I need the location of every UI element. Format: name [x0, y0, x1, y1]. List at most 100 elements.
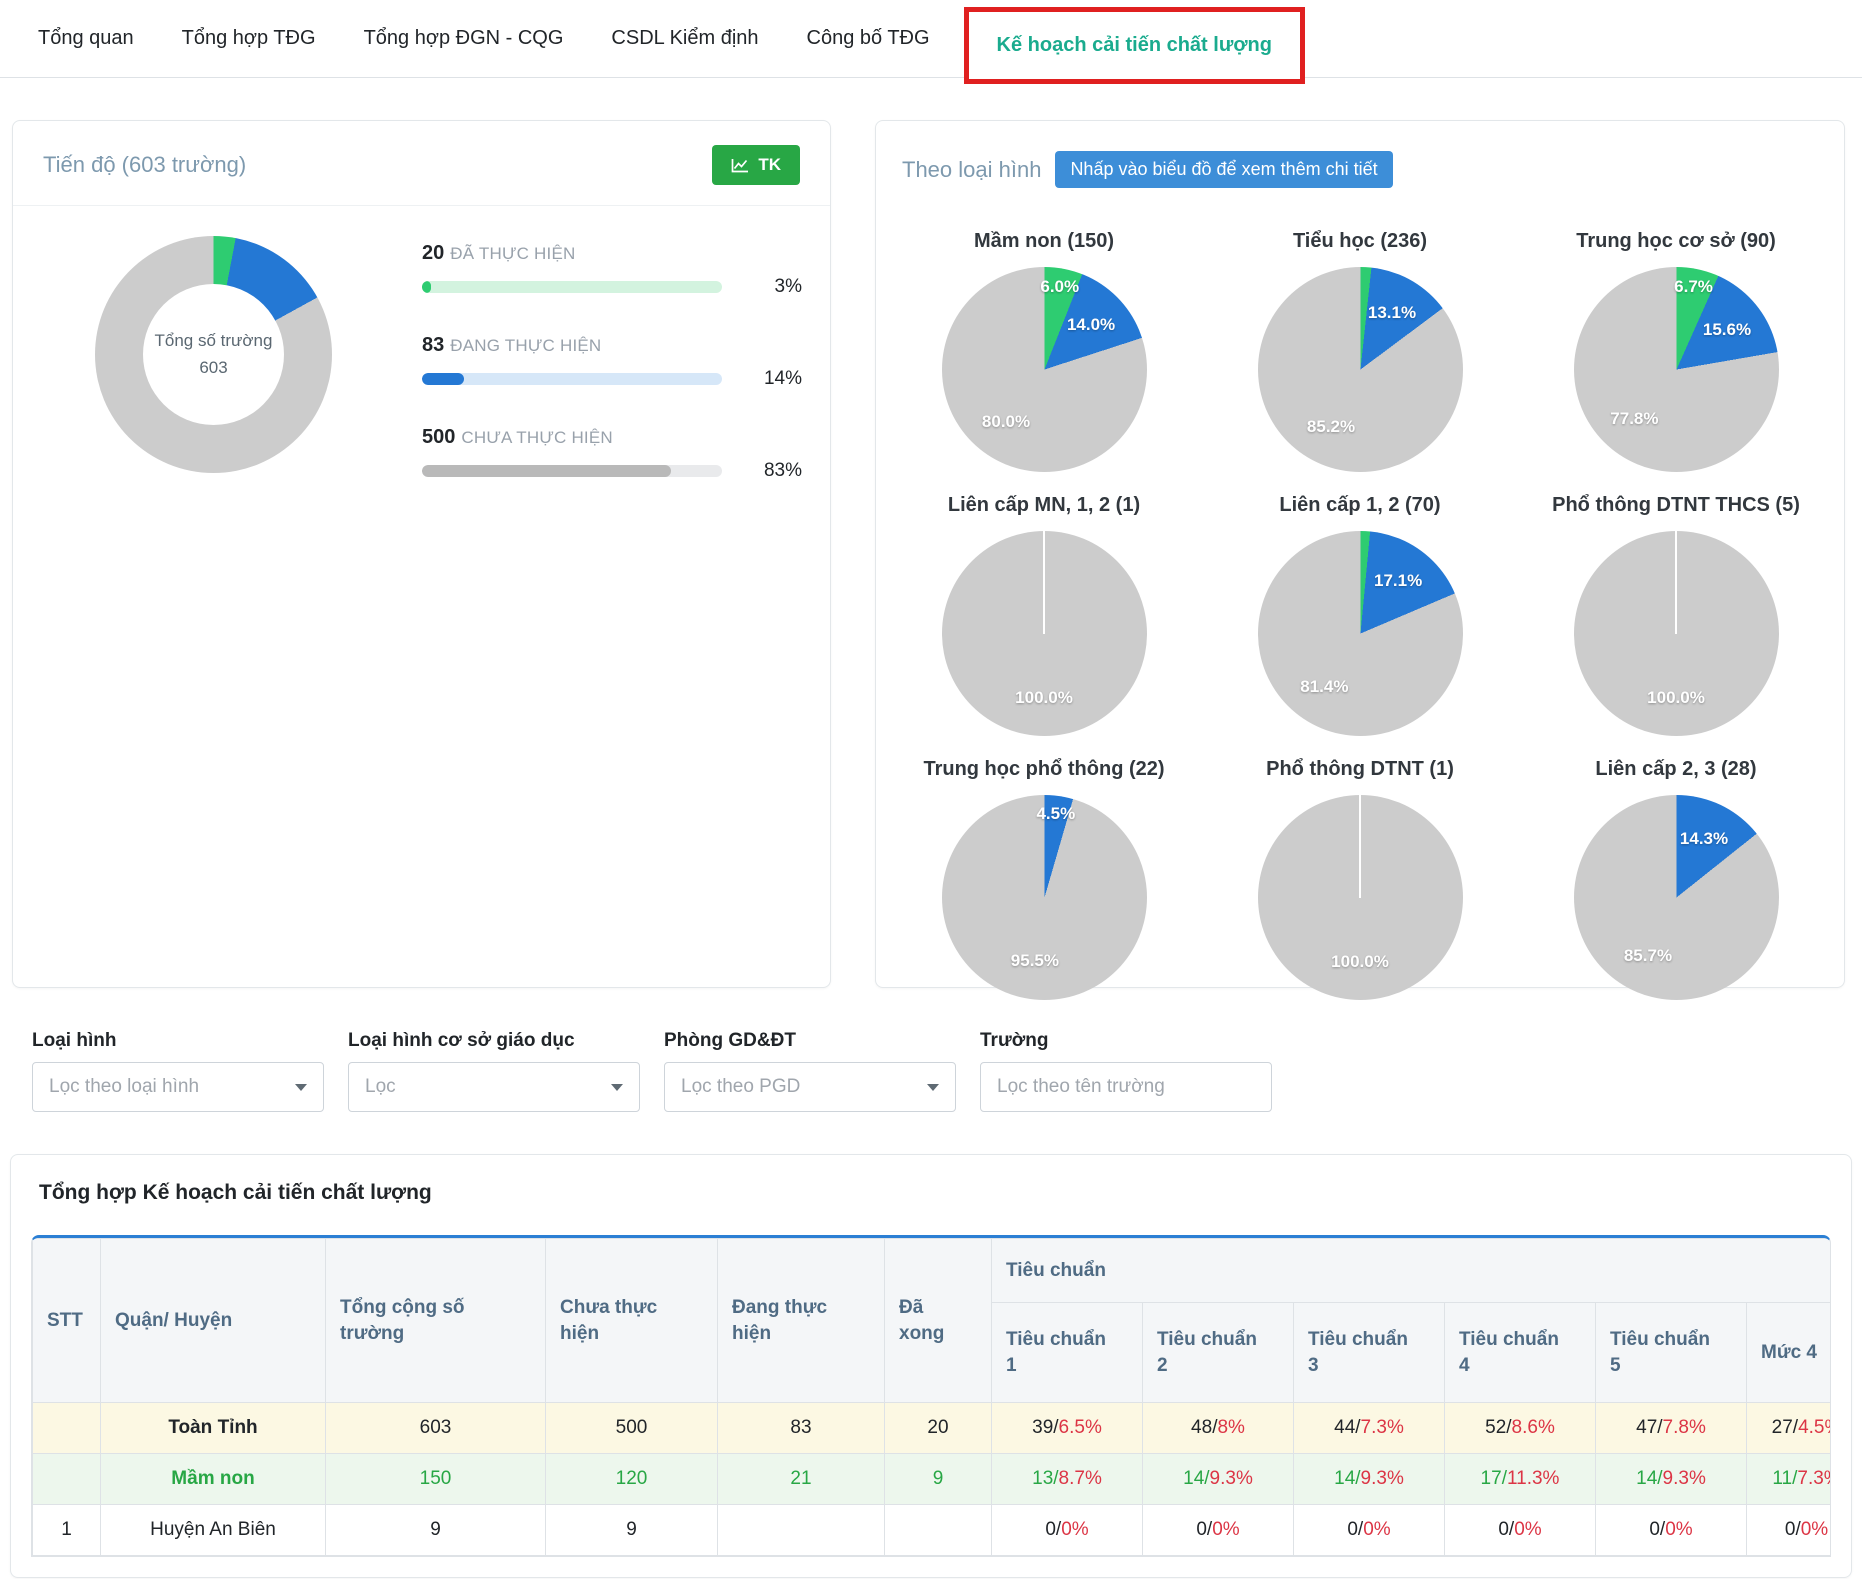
pie-cell-lien-cap-mn-1-2-1: Liên cấp MN, 1, 2 (1)100.0%: [886, 494, 1202, 736]
progress-bar-row: 83%: [422, 460, 802, 482]
tk-button[interactable]: TK: [712, 145, 800, 185]
progress-item: 20ĐÃ THỰC HIỆN3%: [422, 242, 802, 298]
filter-select-phong-gd-dt[interactable]: Lọc theo PGD: [664, 1062, 956, 1112]
criteria-cell-3: 14/9.3%: [1294, 1454, 1445, 1505]
summary-table-wrap: STT Quận/ Huyện Tổng cộng số trường Chưa…: [31, 1235, 1831, 1557]
pie-chart-pho-thong-dtnt-1[interactable]: 100.0%: [1258, 795, 1463, 1000]
filter-input-truong[interactable]: [980, 1062, 1272, 1112]
progress-bar-fill: [422, 373, 464, 385]
progress-count: 83: [422, 334, 444, 356]
criteria-percent: 9.3%: [1663, 1468, 1706, 1489]
filter-select-loai-hinh-co-so-giao-duc[interactable]: Lọc: [348, 1062, 640, 1112]
done-cell: [885, 1505, 992, 1556]
pie-title: Liên cấp 1, 2 (70): [1279, 494, 1440, 517]
pie-slice-label: 14.0%: [1067, 315, 1115, 335]
progress-bar-track: [422, 465, 722, 477]
filter-label: Loại hình cơ sở giáo dục: [348, 1030, 640, 1052]
criteria-percent: 0%: [1801, 1519, 1828, 1540]
progress-label: ĐÃ THỰC HIỆN: [450, 244, 575, 263]
tab-tong-hop-tdg[interactable]: Tổng hợp TĐG: [158, 27, 340, 50]
pie-chart-pho-thong-dtnt-thcs-5[interactable]: 100.0%: [1574, 531, 1779, 736]
tab-tong-quan[interactable]: Tổng quan: [14, 27, 158, 50]
pie-chart-lien-cap-mn-1-2-1[interactable]: 100.0%: [942, 531, 1147, 736]
pie-slice-label: 85.2%: [1307, 417, 1355, 437]
criteria-cell-1: 13/8.7%: [992, 1454, 1143, 1505]
criteria-count: 48: [1191, 1417, 1212, 1438]
table-row-mam-non[interactable]: Mầm non15012021913/8.7%14/9.3%14/9.3%17/…: [33, 1454, 1832, 1505]
district-cell: Huyện An Biên: [101, 1505, 326, 1556]
total-cell: 150: [326, 1454, 546, 1505]
in-progress-cell: [718, 1505, 885, 1556]
active-tab-highlight: Kế hoạch cải tiến chất lượng: [964, 7, 1305, 84]
donut-center-label: Tổng số trường: [155, 328, 273, 354]
pie-slice-label: 95.5%: [1011, 951, 1059, 971]
total-cell: 9: [326, 1505, 546, 1556]
pie-chart-lien-cap-1-2-70[interactable]: 17.1%81.4%: [1258, 531, 1463, 736]
pie-chart-trung-hoc-co-so-90[interactable]: 6.7%15.6%77.8%: [1574, 267, 1779, 472]
th-criteria-2: Tiêu chuẩn 2: [1143, 1303, 1294, 1403]
criteria-percent: 11.3%: [1507, 1468, 1559, 1489]
pie-cell-lien-cap-1-2-70: Liên cấp 1, 2 (70) 17.1%81.4%: [1202, 494, 1518, 736]
pie-slice-label: 85.7%: [1624, 946, 1672, 966]
criteria-count: 14: [1636, 1468, 1657, 1489]
chevron-down-icon: [295, 1084, 307, 1091]
th-criteria-5: Tiêu chuẩn 5: [1596, 1303, 1747, 1403]
pie-slice-label: 13.1%: [1368, 303, 1416, 323]
filter-label: Phòng GD&ĐT: [664, 1030, 956, 1052]
criteria-percent: 7.3%: [1361, 1417, 1404, 1438]
pie-slice-label: 81.4%: [1300, 677, 1348, 697]
filter-placeholder: Lọc: [365, 1076, 396, 1098]
filter-group-loai-hinh: Loại hình Lọc theo loại hình: [32, 1030, 324, 1112]
pie-slice-border: [1043, 531, 1045, 634]
pie-chart-mam-non-150[interactable]: 6.0%14.0%80.0%: [942, 267, 1147, 472]
pie-cell-trung-hoc-pho-thong-22: Trung học phổ thông (22)4.5%95.5%: [886, 758, 1202, 1000]
progress-percent: 83%: [736, 460, 802, 482]
pie-slice-label: 4.5%: [1036, 804, 1075, 824]
progress-item-header: 83ĐANG THỰC HIỆN: [422, 334, 802, 357]
pie-slice-label: 15.6%: [1703, 320, 1751, 340]
pie-title: Mầm non (150): [974, 230, 1114, 253]
criteria-percent: 0%: [1363, 1519, 1390, 1540]
tab-cong-bo-tdg[interactable]: Công bố TĐG: [783, 27, 954, 50]
pie-slice-border: [1359, 795, 1361, 898]
criteria-count: 44: [1334, 1417, 1355, 1438]
criteria-cell-6: 27/4.5%: [1747, 1403, 1832, 1454]
progress-bar-fill: [422, 281, 431, 293]
criteria-count: 0: [1347, 1519, 1358, 1540]
criteria-count: 0: [1649, 1519, 1660, 1540]
th-criteria-3: Tiêu chuẩn 3: [1294, 1303, 1445, 1403]
filter-group-truong: Trường: [980, 1030, 1272, 1112]
th-criteria-4: Tiêu chuẩn 4: [1445, 1303, 1596, 1403]
criteria-percent: 9.3%: [1210, 1468, 1253, 1489]
not-started-cell: 500: [546, 1403, 718, 1454]
th-level-4: Mức 4: [1747, 1303, 1832, 1403]
criteria-percent: 8.7%: [1059, 1468, 1102, 1489]
table-body: Toàn Tỉnh603500832039/6.5%48/8%44/7.3%52…: [33, 1403, 1832, 1556]
pie-slice-label: 14.3%: [1680, 829, 1728, 849]
filter-select-loai-hinh[interactable]: Lọc theo loại hình: [32, 1062, 324, 1112]
pie-chart-tieu-hoc-236[interactable]: 13.1% 85.2%: [1258, 267, 1463, 472]
criteria-percent: 0%: [1514, 1519, 1541, 1540]
chart-hint-badge: Nhấp vào biểu đồ để xem thêm chi tiết: [1055, 151, 1392, 188]
criteria-percent: 9.3%: [1361, 1468, 1404, 1489]
table-row-toan-tinh[interactable]: Toàn Tỉnh603500832039/6.5%48/8%44/7.3%52…: [33, 1403, 1832, 1454]
pie-chart-trung-hoc-pho-thong-22[interactable]: 4.5% 95.5%: [942, 795, 1147, 1000]
table-row-huyen-an-bien[interactable]: 1Huyện An Biên990/0%0/0%0/0%0/0%0/0%0/0%: [33, 1505, 1832, 1556]
pie-cell-lien-cap-2-3-28: Liên cấp 2, 3 (28) 14.3% 85.7%: [1518, 758, 1834, 1000]
progress-panel-title: Tiến độ (603 trường): [43, 152, 246, 178]
pie-chart-lien-cap-2-3-28[interactable]: 14.3% 85.7%: [1574, 795, 1779, 1000]
criteria-percent: 6.5%: [1059, 1417, 1102, 1438]
tab-tong-hop-dgn-cqg[interactable]: Tổng hợp ĐGN - CQG: [340, 27, 588, 50]
criteria-cell-4: 0/0%: [1445, 1505, 1596, 1556]
th-not-started: Chưa thực hiện: [546, 1239, 718, 1403]
progress-bar-row: 3%: [422, 276, 802, 298]
tab-csdl-kiem-dinh[interactable]: CSDL Kiểm định: [587, 27, 782, 50]
criteria-cell-5: 14/9.3%: [1596, 1454, 1747, 1505]
type-panel: Theo loại hình Nhấp vào biểu đồ để xem t…: [875, 120, 1845, 988]
pies-grid: Mầm non (150)6.0%14.0%80.0%Tiểu học (236…: [876, 230, 1844, 1000]
pie-title: Phổ thông DTNT (1): [1266, 758, 1454, 781]
filter-label: Loại hình: [32, 1030, 324, 1052]
filters-row: Loại hình Lọc theo loại hình Loại hình cơ …: [32, 1030, 1862, 1112]
tab-ke-hoach-cai-tien-chat-luong[interactable]: Kế hoạch cải tiến chất lượng: [997, 34, 1272, 57]
pie-title: Liên cấp 2, 3 (28): [1595, 758, 1756, 781]
